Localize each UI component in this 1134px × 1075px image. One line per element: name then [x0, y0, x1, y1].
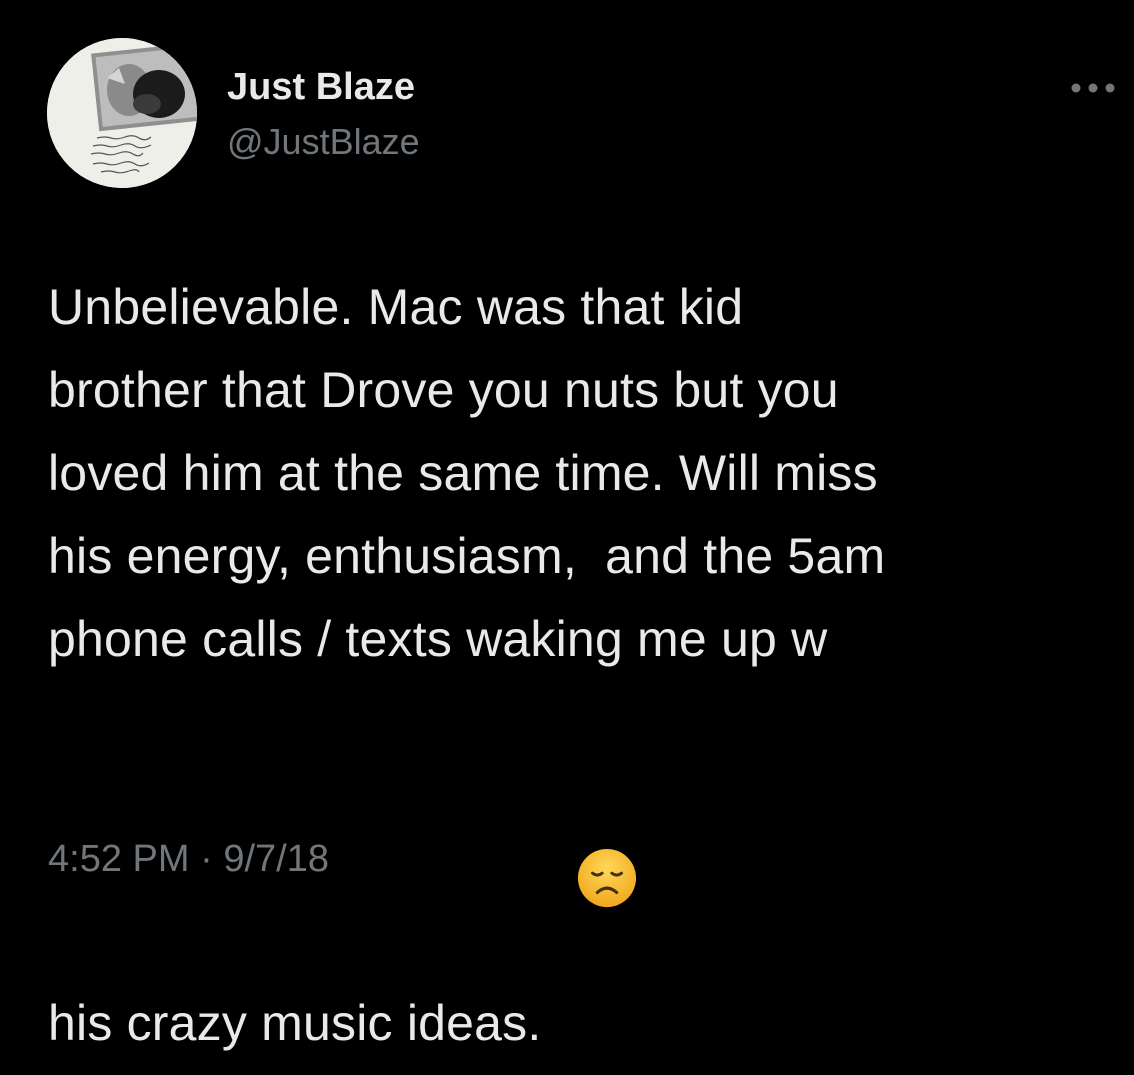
timestamp-separator: · — [189, 838, 224, 880]
tweet-text: Unbelievable. Mac was that kid brother t… — [48, 266, 1114, 1065]
avatar[interactable] — [47, 38, 197, 188]
tweet-timestamp: 4:52 PM · 9/7/18 — [48, 836, 329, 882]
display-name[interactable]: Just Blaze — [227, 64, 415, 110]
tweet-text-line: his energy, enthusiasm, and the 5am — [48, 528, 886, 584]
more-options-button[interactable] — [1068, 70, 1118, 106]
tweet-text-line: his crazy music ideas. — [48, 995, 570, 1051]
tweet-time[interactable]: 4:52 PM — [48, 838, 190, 880]
tweet-text-line: loved him at the same time. Will miss — [48, 445, 878, 501]
tweet-date[interactable]: 9/7/18 — [223, 838, 329, 880]
tweet-text-line: brother that Drove you nuts but you — [48, 362, 839, 418]
tweet-text-line: phone calls / texts waking me up w — [48, 611, 828, 667]
more-horizontal-icon — [1071, 83, 1115, 93]
disappointed-face-emoji-icon — [576, 681, 638, 908]
tweet-card: Just Blaze @JustBlaze Unbelievable. Mac … — [0, 0, 1134, 1051]
user-handle[interactable]: @JustBlaze — [227, 120, 420, 164]
profile-photo-avatar-icon — [47, 38, 197, 188]
tweet-text-line: Unbelievable. Mac was that kid — [48, 279, 744, 335]
